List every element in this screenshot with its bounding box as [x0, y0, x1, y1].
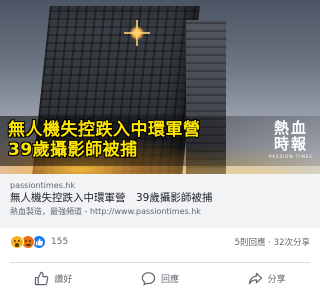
- logo-english: PASSION TIMES: [269, 154, 313, 159]
- reaction-summary[interactable]: 155: [10, 235, 68, 249]
- reactions-bar: 155 5則回應 · 32次分享: [0, 228, 320, 256]
- like-label: 讚好: [54, 274, 73, 285]
- share-arrow-icon: [248, 272, 262, 284]
- drone-light: [124, 26, 150, 40]
- divider: [10, 262, 310, 263]
- like-button[interactable]: 讚好: [16, 266, 90, 290]
- reaction-count: 155: [51, 237, 69, 247]
- comment-bubble-icon: [141, 271, 156, 286]
- share-label: 分享: [267, 274, 286, 285]
- thumbs-up-icon: [35, 271, 49, 285]
- comment-count[interactable]: 5則回應: [235, 238, 266, 248]
- link-domain: passiontimes.hk: [10, 181, 75, 190]
- comment-label: 回應: [160, 274, 179, 285]
- action-bar: 讚好 回應 分享: [0, 264, 320, 292]
- logo-chinese: 熱血時報: [273, 119, 308, 153]
- engagement-stats[interactable]: 5則回應 · 32次分享: [235, 236, 310, 248]
- link-meta[interactable]: passiontimes.hk 無人機失控跌入中環軍營 39歲攝影師被捕 熱血製…: [0, 174, 320, 228]
- link-description: 熱血製造，最強頻道 - http://www.passiontimes.hk: [10, 207, 201, 216]
- share-button[interactable]: 分享: [230, 266, 304, 290]
- share-count[interactable]: 32次分享: [274, 238, 310, 248]
- comment-button[interactable]: 回應: [123, 266, 197, 290]
- passion-times-logo: 熱血時報 PASSION TIMES: [268, 120, 314, 160]
- wow-reaction-icon: [10, 235, 24, 249]
- link-preview-image[interactable]: 無人機失控跌入中環軍營 39歲攝影師被捕 熱血時報 PASSION TIMES: [0, 0, 320, 174]
- stats-separator: ·: [268, 238, 271, 248]
- link-title[interactable]: 無人機失控跌入中環軍營 39歲攝影師被捕: [10, 191, 310, 206]
